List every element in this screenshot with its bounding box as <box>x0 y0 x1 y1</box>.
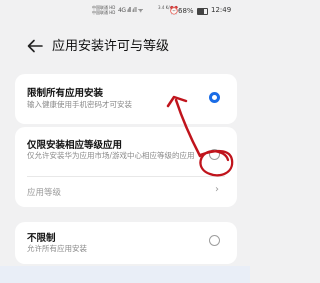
radio-restrict-level[interactable] <box>209 149 220 160</box>
status-bar: 中国联通 HD 中国联通 HD 4G ᵢıll ᵢıll ᯤ 3.4 K/s ⏰… <box>0 0 250 26</box>
carrier-info: 中国联通 HD 中国联通 HD <box>92 5 115 15</box>
chevron-right-icon[interactable]: › <box>215 184 219 195</box>
option-subtitle: 允许所有应用安装 <box>27 244 87 253</box>
carrier-line-2: 中国联通 HD <box>92 10 116 15</box>
radio-no-restriction[interactable] <box>209 235 220 246</box>
option-subtitle: 仅允许安装华为应用市场/游戏中心相应等级的应用 <box>27 151 195 160</box>
option-restrict-level[interactable]: 仅限安装相应等级应用 仅允许安装华为应用市场/游戏中心相应等级的应用 应用等级 … <box>15 127 237 207</box>
option-title: 不限制 <box>27 233 56 244</box>
battery-icon <box>197 8 208 15</box>
option-no-restriction[interactable]: 不限制 允许所有应用安装 <box>15 222 237 264</box>
option-restrict-all[interactable]: 限制所有应用安装 输入健康使用手机密码才可安装 <box>15 74 237 124</box>
clock: 12:49 <box>211 6 232 14</box>
radio-restrict-all[interactable] <box>209 92 220 103</box>
option-title: 仅限安装相应等级应用 <box>27 140 123 151</box>
option-subtitle: 输入健康使用手机密码才可安装 <box>27 100 132 109</box>
signal-icon: 4G ᵢıll ᵢıll ᯤ <box>118 7 143 14</box>
battery-percent: 68% <box>178 7 194 15</box>
divider <box>27 176 225 177</box>
back-arrow-icon[interactable] <box>26 37 44 55</box>
app-level-row[interactable]: 应用等级 <box>27 186 61 198</box>
option-title: 限制所有应用安装 <box>27 88 104 99</box>
bottom-area <box>0 266 250 283</box>
page-title: 应用安装许可与等级 <box>52 39 170 54</box>
